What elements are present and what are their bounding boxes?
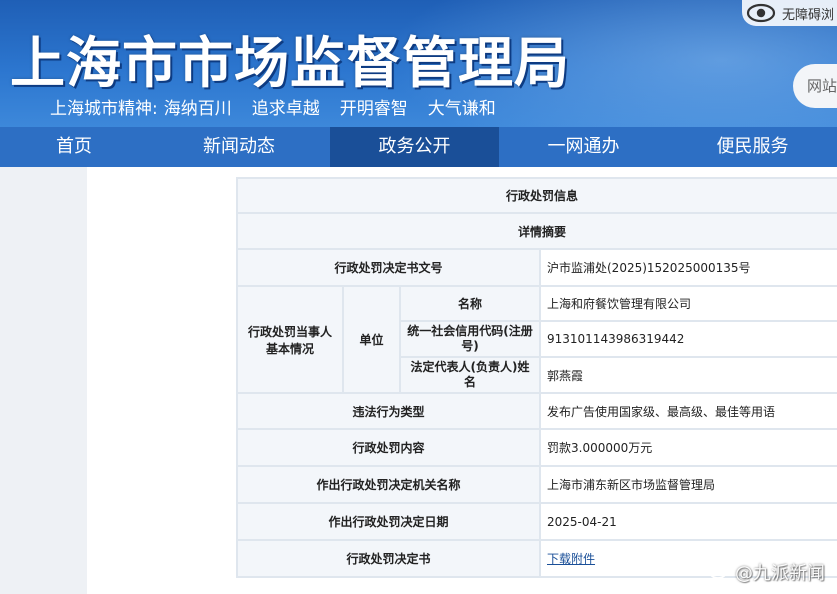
nav-item-public-services[interactable]: 便民服务: [668, 127, 837, 167]
table-row: 行政处罚信息: [235, 177, 837, 214]
download-attachment-link[interactable]: 下载附件: [547, 552, 595, 566]
table-row: 违法行为类型 发布广告使用国家级、最高级、最佳等用语: [236, 392, 837, 430]
penalty-content-label: 行政处罚内容: [236, 428, 541, 467]
authority-label: 作出行政处罚决定机关名称: [236, 465, 541, 504]
unit-label: 单位: [342, 285, 401, 394]
legal-rep-value: 郭燕霞: [538, 356, 837, 394]
city-spirit-label: 上海城市精神:: [50, 99, 158, 119]
violation-type-value: 发布广告使用国家级、最高级、最佳等用语: [538, 392, 837, 430]
violation-type-label: 违法行为类型: [236, 392, 541, 430]
authority-value: 上海市浦东新区市场监督管理局: [538, 465, 837, 504]
eye-icon: [746, 2, 776, 24]
nav-item-online-services[interactable]: 一网通办: [499, 127, 668, 167]
decision-doc-label: 行政处罚决定书: [236, 539, 541, 578]
site-title[interactable]: 上海市市场监督管理局: [10, 18, 570, 98]
legal-rep-label: 法定代表人(负责人)姓名: [399, 356, 541, 394]
weibo-watermark: @九派新闻: [709, 559, 825, 585]
decision-date-label: 作出行政处罚决定日期: [236, 502, 541, 541]
table-row: 作出行政处罚决定日期 2025-04-21: [236, 502, 837, 541]
city-spirit-item: 追求卓越: [251, 99, 320, 119]
accessibility-label: 无障碍浏: [782, 7, 835, 23]
decision-date-value: 2025-04-21: [538, 502, 837, 541]
city-spirit-slogan: 上海城市精神: 海纳百川 追求卓越 开明睿智 大气谦和: [50, 94, 516, 119]
credit-code-value: 913101143986319442: [538, 320, 837, 358]
city-spirit-item: 开明睿智: [339, 99, 408, 119]
summary-title: 详情摘要: [235, 212, 837, 250]
table-row: 行政处罚当事人基本情况 单位 名称 上海和府餐饮管理有限公司: [236, 285, 837, 394]
city-spirit-item: 海纳百川: [163, 99, 232, 119]
search-input[interactable]: 网站: [793, 64, 837, 108]
table-row: 详情摘要: [235, 212, 837, 250]
main-nav: 首页 新闻动态 政务公开 一网通办 便民服务: [0, 127, 837, 167]
credit-code-label: 统一社会信用代码(注册号): [399, 320, 541, 358]
name-value: 上海和府餐饮管理有限公司: [538, 285, 837, 322]
header-banner: 上海市市场监督管理局 上海城市精神: 海纳百川 追求卓越 开明睿智 大气谦和 无…: [0, 0, 837, 127]
section-title: 行政处罚信息: [235, 177, 837, 214]
penalty-info-table: 行政处罚信息 详情摘要 行政处罚决定书文号 沪市监浦处(2025)1520250…: [235, 177, 837, 578]
name-label: 名称: [399, 285, 541, 322]
table-row: 作出行政处罚决定机关名称 上海市浦东新区市场监督管理局: [236, 465, 837, 504]
doc-no-label: 行政处罚决定书文号: [236, 248, 541, 287]
penalty-content-value: 罚款3.000000万元: [538, 428, 837, 467]
nav-item-news[interactable]: 新闻动态: [148, 127, 330, 167]
doc-no-value: 沪市监浦处(2025)152025000135号: [538, 248, 837, 287]
watermark-text: @九派新闻: [735, 563, 825, 584]
table-row: 行政处罚决定书文号 沪市监浦处(2025)152025000135号: [236, 248, 837, 287]
city-spirit-item: 大气谦和: [427, 99, 496, 119]
nav-item-government-affairs[interactable]: 政务公开: [330, 127, 499, 167]
accessibility-button[interactable]: 无障碍浏: [742, 0, 837, 26]
nav-item-home[interactable]: 首页: [0, 127, 148, 167]
table-row: 行政处罚内容 罚款3.000000万元: [236, 428, 837, 467]
party-label: 行政处罚当事人基本情况: [236, 285, 344, 394]
weibo-icon: [709, 561, 731, 584]
